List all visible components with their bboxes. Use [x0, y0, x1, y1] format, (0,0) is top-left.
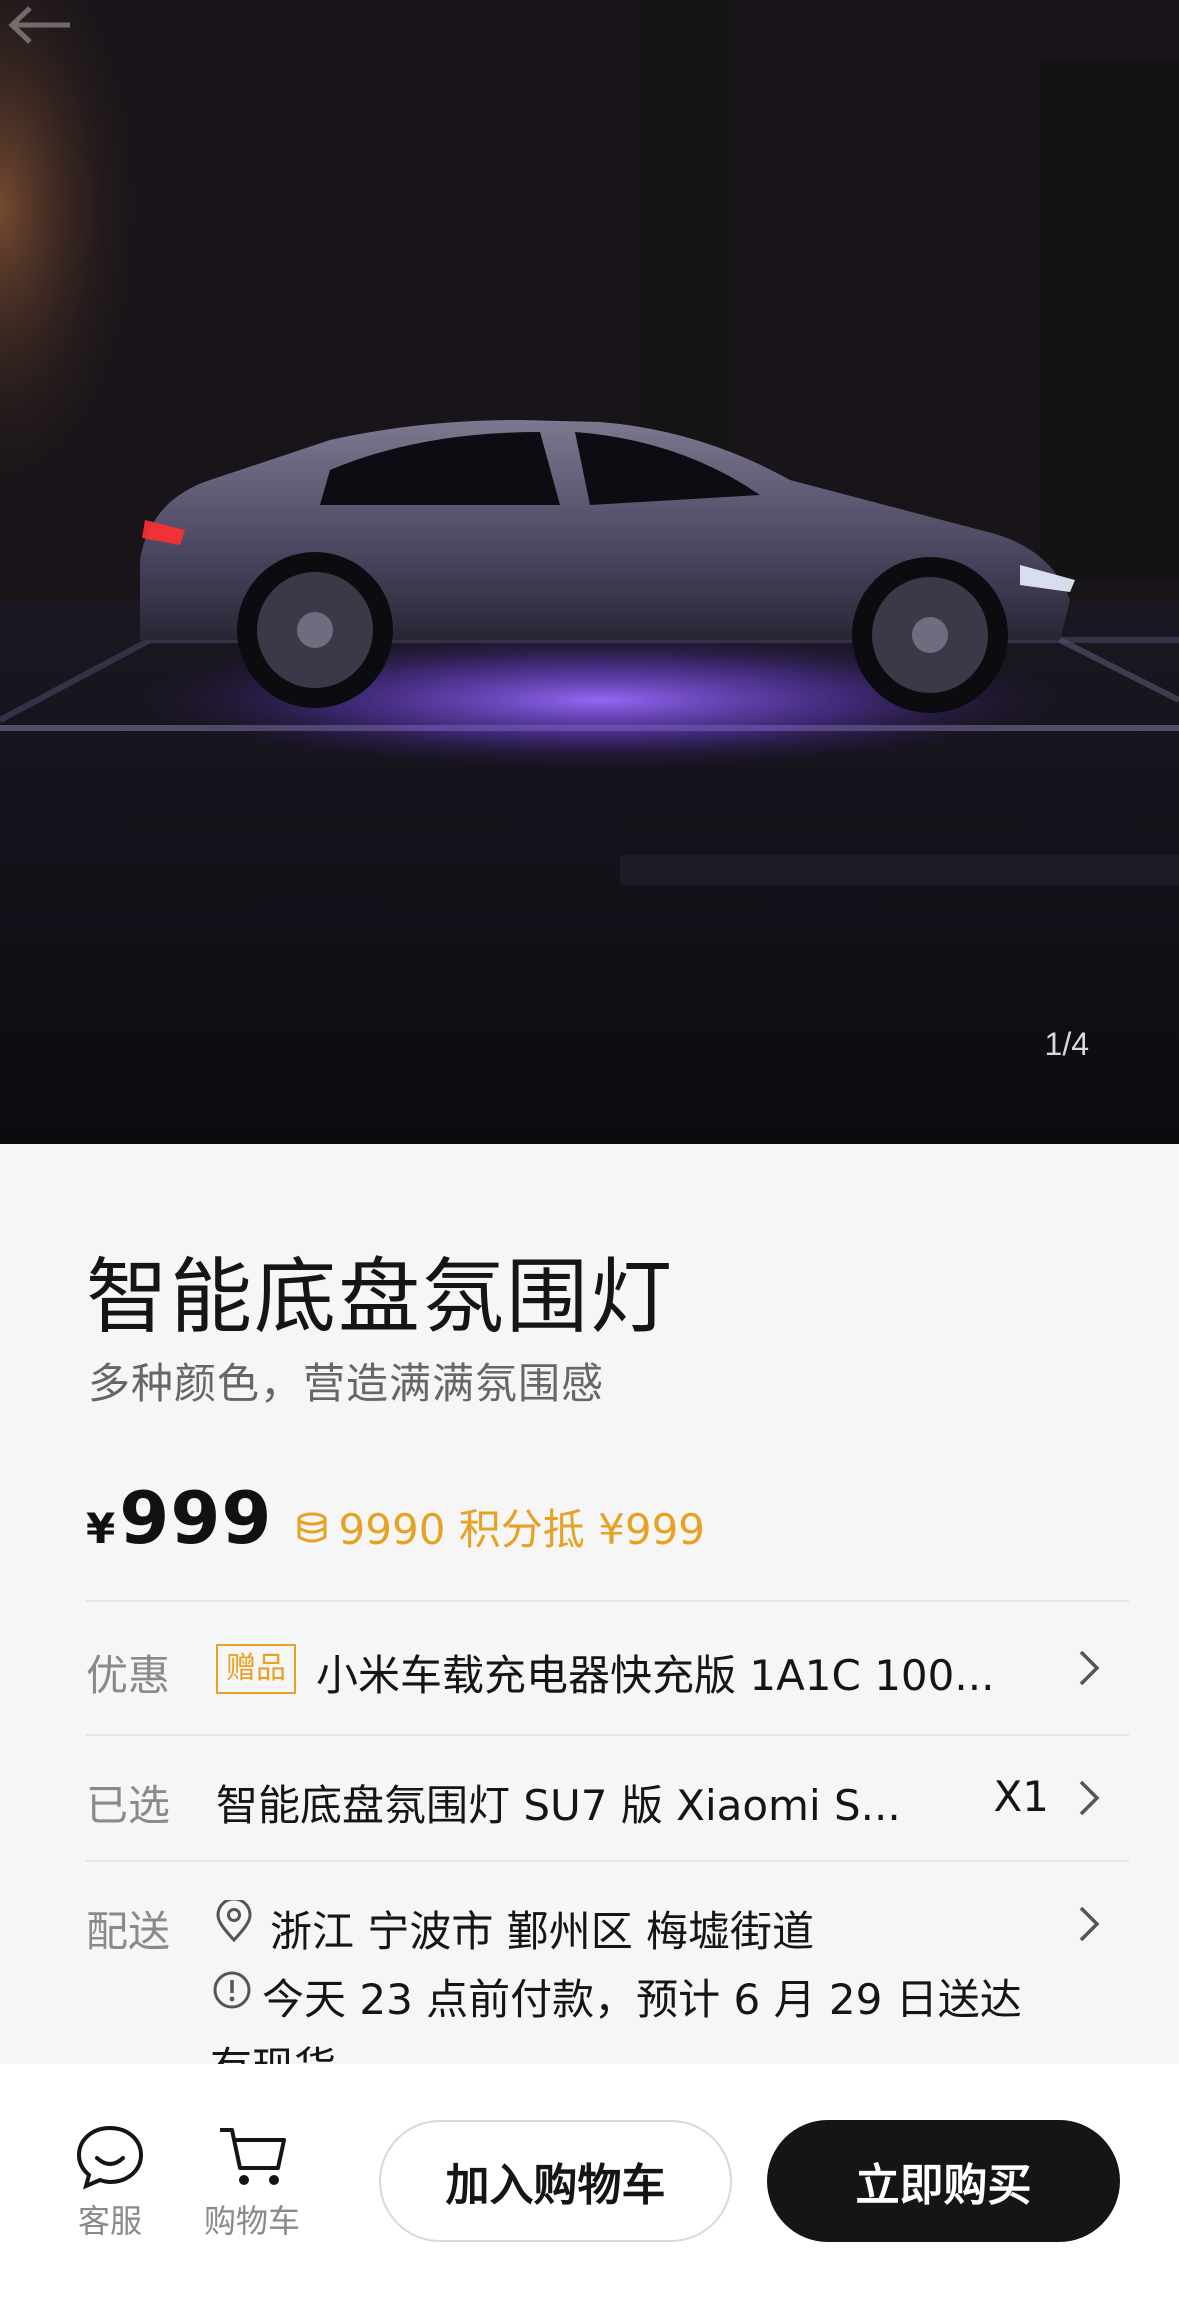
promo-text: 小米车载充电器快充版 1A1C 100...: [316, 1651, 995, 1700]
selected-variant-text: 智能底盘氛围灯 SU7 版 Xiaomi S...: [216, 1781, 901, 1830]
add-to-cart-button[interactable]: 加入购物车: [379, 2120, 732, 2242]
shopping-cart-icon: [220, 2128, 286, 2185]
divider: [86, 1860, 1129, 1862]
selected-variant-row[interactable]: 已选 智能底盘氛围灯 SU7 版 Xiaomi S... X1: [86, 1772, 1129, 1852]
chevron-right-icon: [1079, 1650, 1100, 1686]
chat-bubble-icon: [76, 2125, 144, 2190]
selected-label: 已选: [86, 1781, 171, 1830]
customer-service-button[interactable]: 客服: [50, 2124, 170, 2242]
car-photo: [0, 0, 1179, 1144]
divider: [86, 1600, 1129, 1602]
selected-quantity: X1: [993, 1772, 1050, 1821]
chevron-right-icon: [1079, 1780, 1100, 1816]
price-row: ¥ 999 9990 积分抵 ¥999: [86, 1476, 705, 1560]
product-title: 智能底盘氛围灯: [86, 1250, 675, 1345]
buy-now-button[interactable]: 立即购买: [767, 2120, 1120, 2242]
location-pin-icon: [216, 1900, 252, 1943]
delivery-label: 配送: [86, 1907, 171, 1956]
product-price: 999: [119, 1476, 273, 1560]
gift-badge: 赠品: [216, 1644, 296, 1694]
divider: [86, 1734, 1129, 1736]
product-subtitle: 多种颜色，营造满满氛围感: [88, 1359, 605, 1408]
customer-service-label: 客服: [77, 2202, 142, 2240]
image-counter: 1/4: [1044, 1026, 1089, 1062]
cart-label: 购物车: [203, 2202, 300, 2240]
bottom-action-bar: 客服 购物车 加入购物车 立即购买: [0, 2064, 1179, 2301]
product-image-gallery[interactable]: 1/4: [0, 0, 1179, 1144]
delivery-address: 浙江 宁波市 鄞州区 梅墟街道: [270, 1907, 815, 1956]
delivery-row[interactable]: 配送 浙江 宁波市 鄞州区 梅墟街道 今天 23 点前付款，预计 6 月 29 …: [86, 1898, 1129, 2092]
cart-button[interactable]: 购物车: [192, 2124, 312, 2242]
points-text: 9990 积分抵 ¥999: [338, 1504, 706, 1554]
info-circle-icon: [213, 1971, 251, 2009]
back-arrow-icon[interactable]: [0, 0, 80, 50]
currency-symbol: ¥: [86, 1504, 116, 1553]
delivery-eta: 今天 23 点前付款，预计 6 月 29 日送达: [262, 1975, 1022, 2024]
chevron-right-icon: [1079, 1906, 1100, 1942]
product-info: 智能底盘氛围灯 多种颜色，营造满满氛围感 ¥ 999 9990 积分抵 ¥999…: [0, 1144, 1179, 2092]
promo-row[interactable]: 优惠 赠品 小米车载充电器快充版 1A1C 100...: [86, 1642, 1129, 1722]
promo-label: 优惠: [86, 1651, 171, 1700]
points-coin-icon: [297, 1512, 327, 1543]
points-offer: 9990 积分抵 ¥999: [295, 1496, 705, 1557]
